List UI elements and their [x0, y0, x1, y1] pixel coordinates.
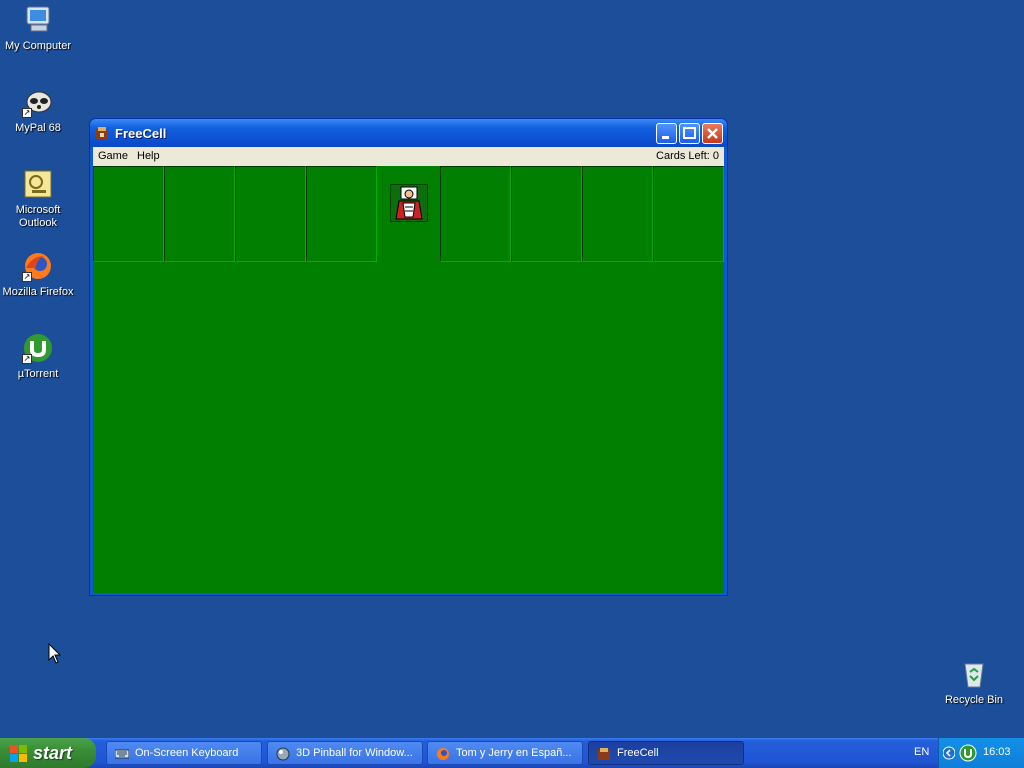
free-cell-1[interactable] [93, 166, 164, 262]
title-bar[interactable]: FreeCell [90, 119, 727, 147]
task-freecell[interactable]: FreeCell [588, 741, 744, 765]
start-button[interactable]: start [0, 738, 96, 768]
free-cell-4[interactable] [306, 166, 377, 262]
computer-icon [22, 4, 54, 36]
window-title: FreeCell [115, 126, 167, 141]
system-tray: 16:03 [938, 738, 1024, 768]
mouse-cursor-icon [48, 643, 62, 664]
home-cell-4[interactable] [653, 166, 724, 262]
cards-left-counter: Cards Left: 0 [656, 150, 719, 162]
home-cell-3[interactable] [582, 166, 653, 262]
windows-logo-icon [10, 745, 27, 762]
desktop-icon-label: MyPal 68 [15, 122, 61, 134]
minimize-icon [662, 136, 669, 139]
task-3d-pinball[interactable]: 3D Pinball for Window... [267, 741, 423, 765]
minimize-button[interactable] [656, 123, 677, 144]
free-cell-3[interactable] [235, 166, 306, 262]
clock[interactable]: 16:03 [983, 746, 1011, 758]
game-board[interactable] [93, 166, 724, 593]
keyboard-icon [115, 749, 129, 759]
maximize-button[interactable] [679, 123, 700, 144]
outlook-icon [22, 168, 54, 200]
home-cell-2[interactable] [511, 166, 582, 262]
shortcut-arrow-icon: ↗ [22, 272, 32, 282]
menu-help[interactable]: Help [137, 150, 160, 162]
taskbar: start On-Screen Keyboard 3D Pinball for … [0, 738, 1024, 768]
freecell-app-icon [96, 127, 108, 139]
desktop-icon-utorrent[interactable]: ↗ µTorrent [0, 332, 76, 381]
desktop-icon-my-computer[interactable]: My Computer [0, 4, 76, 53]
utorrent-icon: ↗ [22, 332, 54, 364]
desktop-icon-mypal[interactable]: ↗ MyPal 68 [0, 86, 76, 135]
desktop-icon-recycle-bin[interactable]: Recycle Bin [936, 658, 1012, 707]
task-label: 3D Pinball for Window... [296, 747, 413, 759]
free-cell-2[interactable] [164, 166, 235, 262]
task-firefox[interactable]: Tom y Jerry en Españ... [427, 741, 583, 765]
firefox-icon [437, 748, 449, 760]
maximize-icon [683, 127, 696, 139]
menu-game[interactable]: Game [98, 150, 128, 162]
desktop-icon-label: Microsoft Outlook [15, 204, 61, 229]
start-label: start [33, 743, 73, 763]
task-label: On-Screen Keyboard [135, 747, 239, 759]
shortcut-arrow-icon: ↗ [22, 354, 32, 364]
language-indicator[interactable]: EN [914, 746, 929, 758]
task-label: FreeCell [617, 747, 659, 759]
close-icon [707, 128, 718, 139]
home-cell-1[interactable] [440, 166, 511, 262]
raccoon-icon: ↗ [22, 86, 54, 118]
menu-bar: Game Help Cards Left: 0 [93, 147, 724, 166]
task-on-screen-keyboard[interactable]: On-Screen Keyboard [106, 741, 262, 765]
pinball-icon [276, 747, 290, 761]
task-label: Tom y Jerry en Españ... [456, 747, 572, 759]
desktop-icon-label: My Computer [4, 40, 72, 52]
close-button[interactable] [702, 123, 723, 144]
freecell-window: FreeCell Game Help Cards Left: 0 [89, 118, 728, 596]
king-icon [390, 184, 428, 222]
shortcut-arrow-icon: ↗ [22, 108, 32, 118]
desktop-icon-label: Mozilla Firefox [2, 286, 74, 298]
desktop-icon-firefox[interactable]: ↗ Mozilla Firefox [0, 250, 76, 299]
firefox-icon: ↗ [22, 250, 54, 282]
desktop-icon-label: Recycle Bin [944, 694, 1004, 706]
tray-expand-icon[interactable] [943, 746, 955, 760]
desktop-icon-outlook[interactable]: Microsoft Outlook [0, 168, 76, 230]
utorrent-tray-icon[interactable] [959, 744, 977, 762]
recycle-bin-icon [958, 658, 990, 690]
desktop-icon-label: µTorrent [17, 368, 59, 380]
freecell-app-icon [598, 748, 610, 760]
